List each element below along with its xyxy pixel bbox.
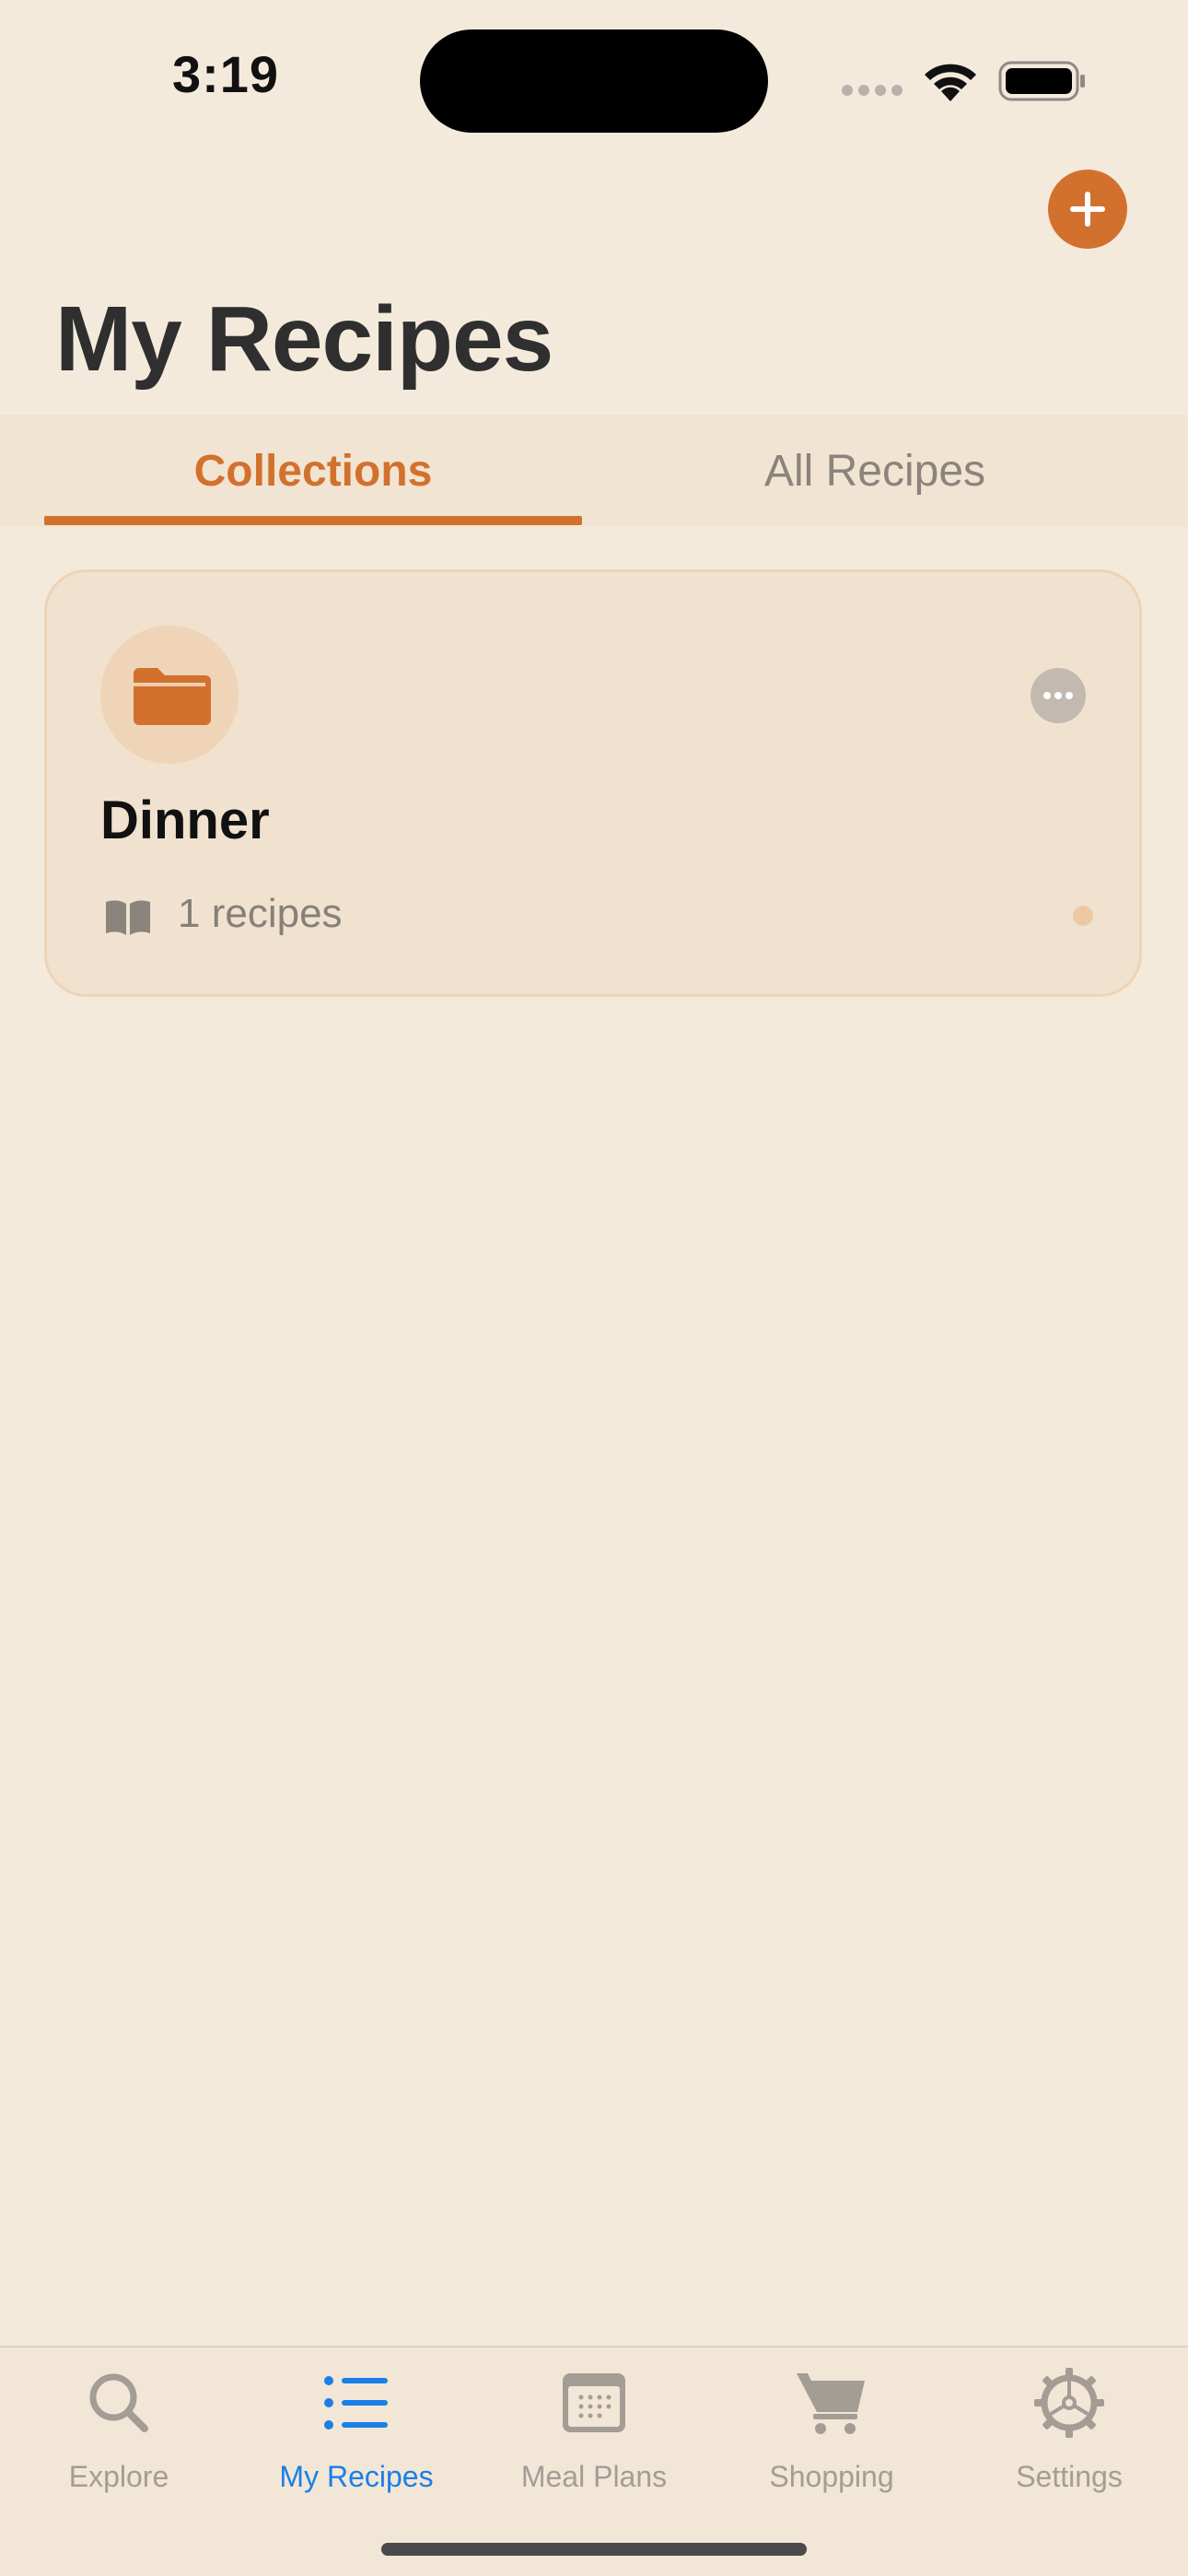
nav-settings-label: Settings	[1016, 2460, 1123, 2493]
collection-status-dot	[1073, 906, 1093, 926]
nav-meal-plans-label: Meal Plans	[520, 2460, 668, 2493]
collection-recipe-count: 1 recipes	[178, 891, 343, 936]
nav-explore[interactable]: Explore	[0, 2366, 238, 2504]
gear-icon	[1034, 2368, 1104, 2438]
book-icon	[102, 896, 154, 937]
wifi-icon	[921, 59, 980, 103]
nav-shopping-label: Shopping	[769, 2460, 894, 2493]
tab-all-recipes-label: All Recipes	[763, 446, 986, 496]
home-indicator[interactable]	[381, 2543, 807, 2556]
tab-collections-label: Collections	[193, 446, 433, 496]
nav-settings[interactable]: Settings	[950, 2366, 1188, 2504]
plus-icon	[1070, 192, 1105, 227]
calendar-icon	[563, 2373, 625, 2432]
nav-my-recipes[interactable]: My Recipes	[238, 2366, 475, 2504]
collection-card[interactable]: Dinner 1 recipes	[44, 569, 1142, 997]
magnifier-icon	[89, 2373, 148, 2432]
nav-meal-plans[interactable]: Meal Plans	[475, 2366, 713, 2504]
nav-shopping[interactable]: Shopping	[713, 2366, 950, 2504]
cart-icon	[797, 2373, 865, 2434]
tab-all-recipes[interactable]: All Recipes	[606, 415, 1144, 527]
battery-icon	[998, 61, 1087, 101]
tab-bar: Collections All Recipes	[0, 415, 1188, 527]
dynamic-island	[420, 29, 768, 133]
add-button[interactable]	[1048, 170, 1127, 249]
cellular-signal-icon	[842, 85, 904, 96]
status-time: 3:19	[171, 45, 280, 103]
nav-my-recipes-label: My Recipes	[279, 2460, 434, 2493]
nav-explore-label: Explore	[68, 2460, 169, 2493]
ellipsis-icon	[1043, 692, 1073, 699]
collection-icon-badge	[100, 626, 239, 764]
collection-name: Dinner	[100, 790, 270, 850]
collection-more-button[interactable]	[1031, 668, 1086, 723]
folder-icon	[134, 668, 211, 725]
bottom-tab-bar: Explore My Recipes Meal Plans Shopping S…	[0, 2346, 1188, 2576]
tab-collections[interactable]: Collections	[44, 415, 582, 527]
list-icon	[324, 2376, 388, 2430]
active-tab-indicator	[44, 516, 582, 525]
page-title: My Recipes	[55, 287, 553, 391]
